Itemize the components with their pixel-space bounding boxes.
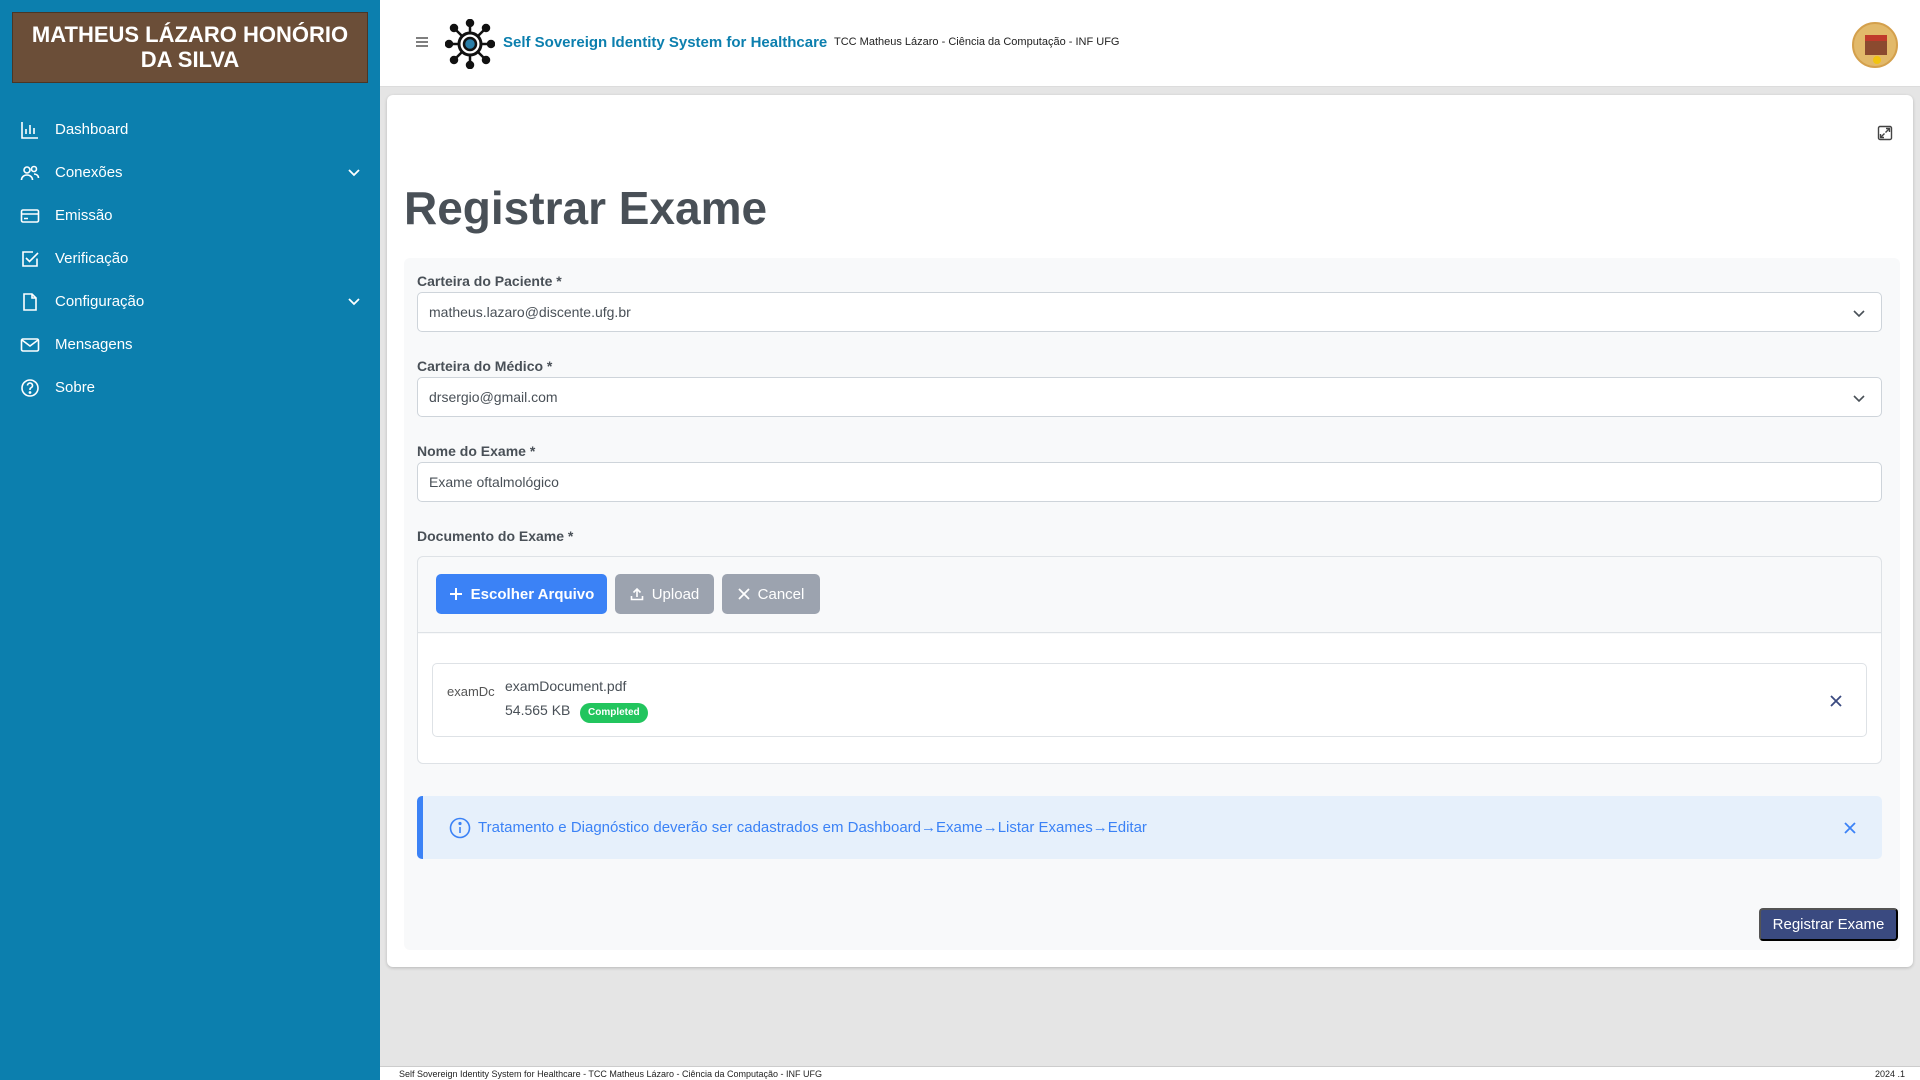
- sidebar-item-configuracao[interactable]: Configuração: [0, 280, 380, 323]
- exam-document-label: Documento do Exame *: [417, 528, 574, 544]
- sidebar-item-label: Conexões: [55, 164, 123, 181]
- choose-file-label: Escolher Arquivo: [470, 585, 595, 603]
- sidebar-item-mensagens[interactable]: Mensagens: [0, 323, 380, 366]
- top-header: Self Sovereign Identity System for Healt…: [380, 0, 1920, 87]
- sidebar-menu: Dashboard Conexões Emissão Verificação C…: [0, 108, 380, 409]
- sidebar: MATHEUS LÁZARO HONÓRIO DA SILVA Dashboar…: [0, 0, 380, 1080]
- choose-file-button[interactable]: Escolher Arquivo: [436, 574, 607, 614]
- status-badge: Completed: [580, 703, 648, 723]
- patient-wallet-value: matheus.lazaro@discente.ufg.br: [429, 304, 631, 320]
- chevron-down-icon: [1851, 390, 1867, 406]
- doctor-wallet-label: Carteira do Médico *: [417, 358, 553, 374]
- users-icon: [20, 163, 40, 183]
- upload-label: Upload: [651, 585, 700, 603]
- register-exam-button[interactable]: Registrar Exame: [1759, 908, 1898, 941]
- mail-icon: [20, 335, 40, 355]
- list-item: examDc examDocument.pdf 54.565 KB Comple…: [432, 663, 1867, 737]
- plus-icon: [449, 587, 463, 601]
- check-square-icon: [20, 249, 40, 269]
- upload-toolbar: Escolher Arquivo Upload Cancel: [418, 557, 1881, 633]
- avatar[interactable]: [1852, 22, 1898, 68]
- footer-version: 2024 .1: [1874, 1069, 1905, 1079]
- close-icon[interactable]: [1828, 693, 1844, 709]
- sidebar-item-label: Emissão: [55, 207, 113, 224]
- hamburger-menu-icon[interactable]: [414, 34, 430, 50]
- sidebar-item-emissao[interactable]: Emissão: [0, 194, 380, 237]
- footer: Self Sovereign Identity System for Healt…: [380, 1066, 1920, 1080]
- sidebar-item-verificacao[interactable]: Verificação: [0, 237, 380, 280]
- chevron-down-icon: [1851, 305, 1867, 321]
- info-icon: [449, 817, 471, 839]
- sidebar-item-label: Configuração: [55, 293, 145, 310]
- user-name-banner: MATHEUS LÁZARO HONÓRIO DA SILVA: [12, 12, 368, 83]
- patient-wallet-select[interactable]: matheus.lazaro@discente.ufg.br: [417, 292, 1882, 332]
- app-subtitle: TCC Matheus Lázaro - Ciência da Computaç…: [834, 36, 1120, 48]
- cancel-label: Cancel: [757, 585, 805, 603]
- exam-form: Carteira do Paciente * matheus.lazaro@di…: [404, 258, 1900, 950]
- chart-bar-icon: [20, 120, 40, 140]
- upload-icon: [630, 587, 644, 601]
- app-title: Self Sovereign Identity System for Healt…: [503, 34, 828, 51]
- file-size: 54.565 KB: [505, 702, 571, 718]
- doctor-wallet-select[interactable]: drsergio@gmail.com: [417, 377, 1882, 417]
- upload-button[interactable]: Upload: [615, 574, 714, 614]
- main-card: Registrar Exame Carteira do Paciente * m…: [387, 95, 1913, 967]
- sidebar-item-conexoes[interactable]: Conexões: [0, 151, 380, 194]
- expand-icon[interactable]: [1877, 125, 1893, 141]
- info-alert: Tratamento e Diagnóstico deverão ser cad…: [417, 796, 1882, 859]
- close-icon: [738, 588, 750, 600]
- footer-text: Self Sovereign Identity System for Healt…: [399, 1069, 823, 1079]
- network-logo-icon: [444, 18, 496, 70]
- info-alert-text: Tratamento e Diagnóstico deverão ser cad…: [478, 819, 1147, 836]
- file-upload: Escolher Arquivo Upload Cancel examDc ex…: [417, 556, 1882, 764]
- exam-name-input[interactable]: Exame oftalmológico: [417, 462, 1882, 502]
- upload-file-list: examDc examDocument.pdf 54.565 KB Comple…: [418, 634, 1881, 763]
- sidebar-item-label: Verificação: [55, 250, 129, 267]
- patient-wallet-label: Carteira do Paciente *: [417, 273, 562, 289]
- doctor-wallet-value: drsergio@gmail.com: [429, 389, 558, 405]
- question-circle-icon: [20, 378, 40, 398]
- sidebar-item-label: Dashboard: [55, 121, 129, 138]
- sidebar-item-label: Mensagens: [55, 336, 133, 353]
- sidebar-item-label: Sobre: [55, 379, 96, 396]
- sidebar-item-sobre[interactable]: Sobre: [0, 366, 380, 409]
- chevron-down-icon: [346, 164, 362, 180]
- exam-name-value: Exame oftalmológico: [429, 474, 559, 490]
- file-icon: [20, 292, 40, 312]
- cancel-button[interactable]: Cancel: [722, 574, 820, 614]
- file-thumbnail: examDc: [447, 684, 495, 699]
- credit-card-icon: [20, 206, 40, 226]
- chevron-down-icon: [346, 293, 362, 309]
- close-icon[interactable]: [1842, 820, 1858, 836]
- sidebar-item-dashboard[interactable]: Dashboard: [0, 108, 380, 151]
- file-name: examDocument.pdf: [505, 678, 627, 694]
- page-title: Registrar Exame: [404, 182, 768, 234]
- exam-name-label: Nome do Exame *: [417, 443, 536, 459]
